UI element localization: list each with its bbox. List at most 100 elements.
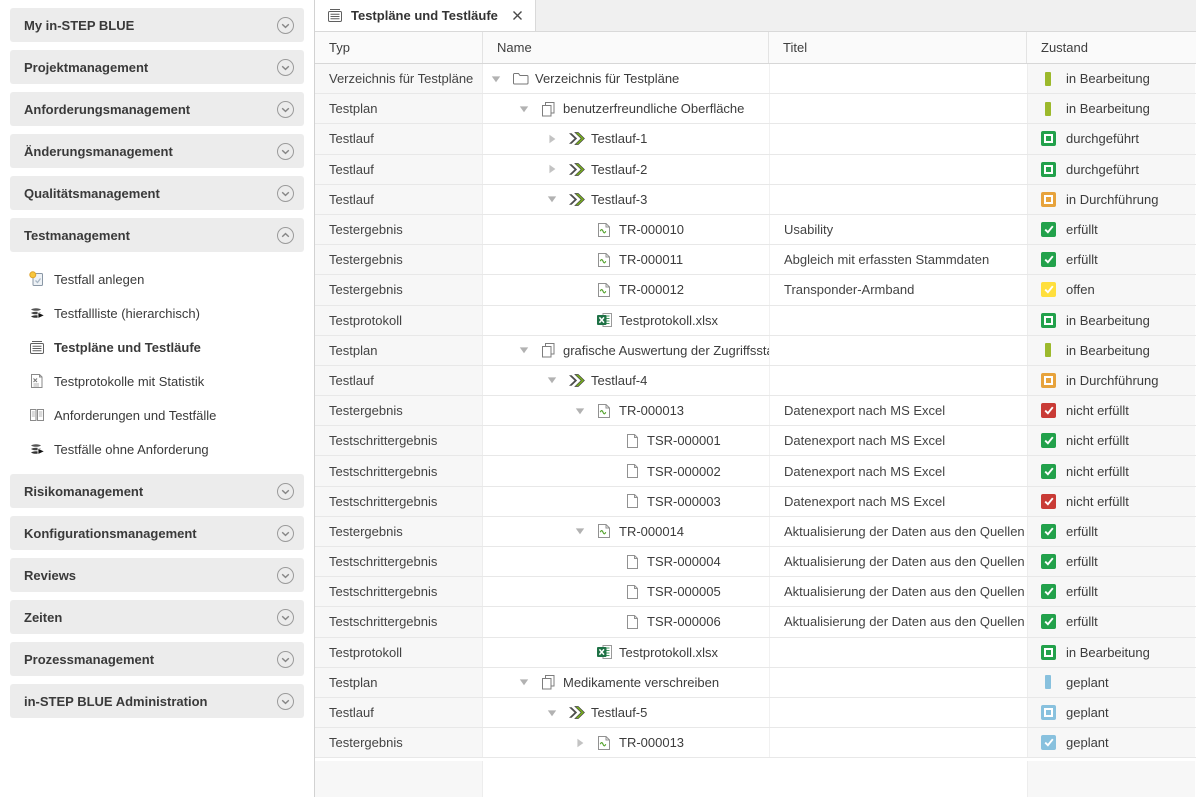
cell-typ: Testschrittergebnis xyxy=(315,547,483,576)
sidebar-section-label: Zeiten xyxy=(24,610,62,625)
expander-open-icon[interactable] xyxy=(519,104,539,114)
table-row[interactable]: Testplanbenutzerfreundliche Oberflächein… xyxy=(315,94,1196,124)
chevron-down-circle-icon[interactable] xyxy=(276,100,295,119)
expander-open-icon[interactable] xyxy=(519,345,539,355)
table-row[interactable]: TestschrittergebnisTSR-000003Datenexport… xyxy=(315,487,1196,517)
chevron-down-circle-icon[interactable] xyxy=(276,692,295,711)
tab-testplaene-und-testlaeufe[interactable]: Testpläne und Testläufe xyxy=(315,0,536,31)
cell-zustand: erfüllt xyxy=(1027,245,1195,274)
table-row[interactable]: TestlaufTestlauf-2durchgeführt xyxy=(315,155,1196,185)
chevron-down-circle-icon[interactable] xyxy=(276,482,295,501)
sidebar-section[interactable]: My in-STEP BLUE xyxy=(10,8,304,42)
sidebar-section[interactable]: Anforderungsmanagement xyxy=(10,92,304,126)
excel-icon xyxy=(595,312,613,328)
chevron-up-circle-icon[interactable] xyxy=(276,226,295,245)
cell-zustand: durchgeführt xyxy=(1027,155,1195,184)
sidebar-section[interactable]: Qualitätsmanagement xyxy=(10,176,304,210)
column-header-typ[interactable]: Typ xyxy=(315,32,483,63)
column-header-zustand[interactable]: Zustand xyxy=(1027,32,1195,63)
sidebar-section[interactable]: Konfigurationsmanagement xyxy=(10,516,304,550)
table-row[interactable]: TestlaufTestlauf-5geplant xyxy=(315,698,1196,728)
cell-titel xyxy=(769,155,1027,184)
table-row[interactable]: Testplangrafische Auswertung der Zugriff… xyxy=(315,336,1196,366)
table-row[interactable]: TestlaufTestlauf-1durchgeführt xyxy=(315,124,1196,154)
table-row[interactable]: TestergebnisTR-000011Abgleich mit erfass… xyxy=(315,245,1196,275)
name-label: TSR-000005 xyxy=(647,584,721,599)
sidebar-section[interactable]: in-STEP BLUE Administration xyxy=(10,684,304,718)
sidebar-item[interactable]: Testprotokolle mit Statistik xyxy=(0,364,314,398)
tree-indent xyxy=(491,682,519,683)
table-row[interactable]: TestergebnisTR-000010Usabilityerfüllt xyxy=(315,215,1196,245)
tree-indent xyxy=(491,591,603,592)
status-label: durchgeführt xyxy=(1066,131,1139,146)
status-icon-slot xyxy=(1041,614,1056,629)
status-check-icon xyxy=(1041,222,1056,237)
status-icon-slot xyxy=(1041,131,1056,146)
sidebar-item[interactable]: Testfallliste (hierarchisch) xyxy=(0,296,314,330)
cell-titel xyxy=(769,64,1027,93)
table-row[interactable]: TestergebnisTR-000012Transponder-Armband… xyxy=(315,275,1196,305)
table-row[interactable]: TestschrittergebnisTSR-000002Datenexport… xyxy=(315,456,1196,486)
table-row[interactable]: TestschrittergebnisTSR-000001Datenexport… xyxy=(315,426,1196,456)
expander-open-icon[interactable] xyxy=(491,74,511,84)
expander-open-icon[interactable] xyxy=(547,708,567,718)
sidebar-section[interactable]: Projektmanagement xyxy=(10,50,304,84)
table-row[interactable]: TestschrittergebnisTSR-000005Aktualisier… xyxy=(315,577,1196,607)
table-row[interactable]: TestschrittergebnisTSR-000006Aktualisier… xyxy=(315,607,1196,637)
table-row[interactable]: TestprotokollTestprotokoll.xlsxin Bearbe… xyxy=(315,306,1196,336)
chevron-down-circle-icon[interactable] xyxy=(276,608,295,627)
name-label: TR-000012 xyxy=(619,282,684,297)
cell-name: TR-000013 xyxy=(483,396,769,425)
sidebar-section[interactable]: Testmanagement xyxy=(10,218,304,252)
chevron-down-circle-icon[interactable] xyxy=(276,184,295,203)
column-header-titel[interactable]: Titel xyxy=(769,32,1027,63)
expander-open-icon[interactable] xyxy=(547,375,567,385)
chevron-down-circle-icon[interactable] xyxy=(276,524,295,543)
cell-zustand: in Bearbeitung xyxy=(1027,94,1195,123)
tree-indent xyxy=(491,229,575,230)
table-row[interactable]: TestergebnisTR-000013geplant xyxy=(315,728,1196,758)
sidebar-item[interactable]: Anforderungen und Testfälle xyxy=(0,398,314,432)
sidebar-section[interactable]: Zeiten xyxy=(10,600,304,634)
sidebar-section[interactable]: Änderungsmanagement xyxy=(10,134,304,168)
status-bar-icon xyxy=(1045,675,1051,689)
expander-closed-icon[interactable] xyxy=(575,738,595,748)
cell-titel: Aktualisierung der Daten aus den Quellen xyxy=(769,517,1027,546)
status-icon-slot xyxy=(1041,72,1056,86)
cell-name: TSR-000006 xyxy=(483,607,769,636)
table-row[interactable]: TestplanMedikamente verschreibengeplant xyxy=(315,668,1196,698)
chevron-down-circle-icon[interactable] xyxy=(276,142,295,161)
status-icon-slot xyxy=(1041,343,1056,357)
table-row[interactable]: TestschrittergebnisTSR-000004Aktualisier… xyxy=(315,547,1196,577)
table-row[interactable]: TestlaufTestlauf-3in Durchführung xyxy=(315,185,1196,215)
expander-open-icon[interactable] xyxy=(547,194,567,204)
sidebar-item[interactable]: Testpläne und Testläufe xyxy=(0,330,314,364)
sidebar-item[interactable]: Testfälle ohne Anforderung xyxy=(0,432,314,466)
sidebar-section[interactable]: Risikomanagement xyxy=(10,474,304,508)
testplan-icon xyxy=(539,101,557,117)
table-row[interactable]: TestergebnisTR-000014Aktualisierung der … xyxy=(315,517,1196,547)
expander-closed-icon[interactable] xyxy=(547,164,567,174)
table-row[interactable]: TestprotokollTestprotokoll.xlsxin Bearbe… xyxy=(315,638,1196,668)
close-icon[interactable] xyxy=(512,10,523,21)
chevron-down-circle-icon[interactable] xyxy=(276,58,295,77)
sidebar-section[interactable]: Reviews xyxy=(10,558,304,592)
chevron-down-circle-icon[interactable] xyxy=(276,566,295,585)
table-row[interactable]: Verzeichnis für TestpläneVerzeichnis für… xyxy=(315,64,1196,94)
expander-open-icon[interactable] xyxy=(519,677,539,687)
cell-typ: Testlauf xyxy=(315,366,483,395)
chevron-down-circle-icon[interactable] xyxy=(276,16,295,35)
table-row[interactable]: TestergebnisTR-000013Datenexport nach MS… xyxy=(315,396,1196,426)
sidebar-section[interactable]: Prozessmanagement xyxy=(10,642,304,676)
table-row[interactable]: TestlaufTestlauf-4in Durchführung xyxy=(315,366,1196,396)
tab-bar: Testpläne und Testläufe xyxy=(315,0,1196,32)
cell-typ: Testlauf xyxy=(315,155,483,184)
chevron-down-circle-icon[interactable] xyxy=(276,650,295,669)
column-header-name[interactable]: Name xyxy=(483,32,769,63)
expander-open-icon[interactable] xyxy=(575,406,595,416)
expander-closed-icon[interactable] xyxy=(547,134,567,144)
status-square-inner xyxy=(1044,708,1053,717)
sidebar-item[interactable]: Testfall anlegen xyxy=(0,262,314,296)
cell-zustand: nicht erfüllt xyxy=(1027,487,1195,516)
expander-open-icon[interactable] xyxy=(575,526,595,536)
